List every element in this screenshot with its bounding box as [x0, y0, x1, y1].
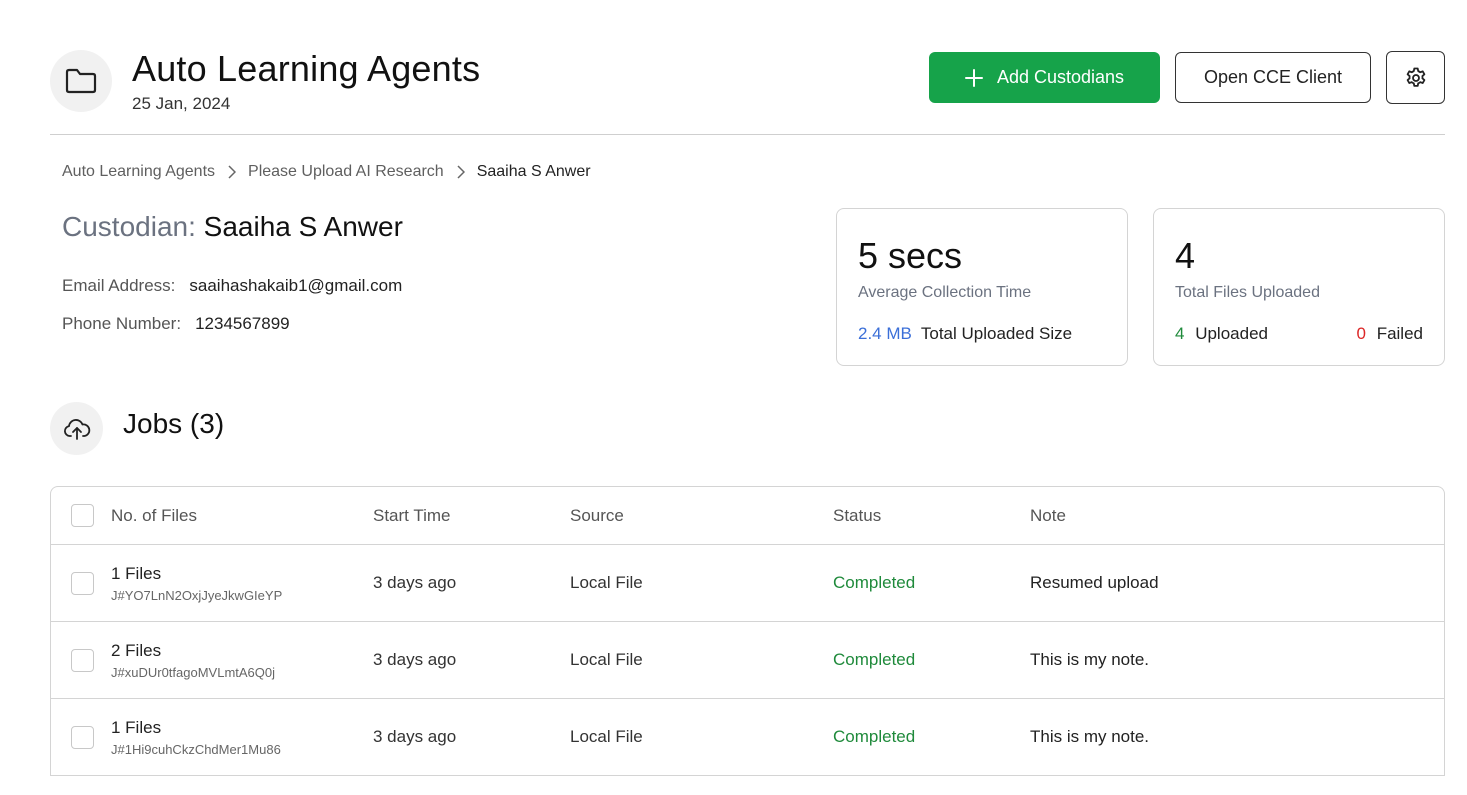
source-cell: Local File [570, 573, 643, 592]
phone-label: Phone Number: [62, 314, 182, 333]
status-cell: Completed [833, 727, 916, 746]
files-uploaded-label: Total Files Uploaded [1175, 284, 1320, 301]
start-time-cell: 3 days ago [373, 727, 457, 746]
failed-count-group: 0 Failed [1356, 324, 1423, 344]
status-cell: Completed [833, 650, 916, 669]
breadcrumb-item-current: Saaiha S Anwer [476, 163, 591, 180]
cloud-upload-icon-badge [50, 402, 103, 455]
row-checkbox[interactable] [71, 572, 94, 595]
column-header-note[interactable]: Note [1030, 487, 1066, 544]
note-cell: Resumed upload [1030, 573, 1159, 592]
uploaded-count-group: 4 Uploaded [1175, 324, 1268, 344]
uploaded-count: 4 [1175, 324, 1185, 343]
page-title: Auto Learning Agents [132, 48, 481, 89]
start-time-cell: 3 days ago [373, 650, 457, 669]
plus-icon [964, 68, 983, 87]
status-cell: Completed [833, 573, 916, 592]
row-checkbox[interactable] [71, 726, 94, 749]
failed-label: Failed [1376, 324, 1423, 343]
email-value: saaihashakaib1@gmail.com [189, 276, 403, 295]
source-cell: Local File [570, 650, 643, 669]
open-cce-client-label: Open CCE Client [1203, 67, 1343, 87]
files-count: 1 Files [111, 563, 162, 583]
custodian-name: Saaiha S Anwer [203, 211, 403, 242]
cloud-upload-icon [63, 418, 90, 440]
settings-button[interactable] [1386, 51, 1445, 104]
breadcrumb: Auto Learning Agents Please Upload AI Re… [62, 163, 591, 181]
column-header-status[interactable]: Status [833, 487, 881, 544]
upload-results-row: 4 Uploaded 0 Failed [1175, 324, 1423, 344]
uploaded-size-value: 2.4 MB [858, 324, 912, 343]
files-cell: 2 Files J#xuDUr0tfagoMVLmtA6Q0j [111, 622, 275, 698]
folder-icon-badge [50, 50, 112, 112]
column-header-start-time[interactable]: Start Time [373, 487, 450, 544]
page-date: 25 Jan, 2024 [132, 94, 231, 113]
files-cell: 1 Files J#YO7LnN2OxjJyeJkwGIeYP [111, 545, 282, 621]
collection-time-value: 5 secs [858, 235, 963, 276]
table-row[interactable]: 2 Files J#xuDUr0tfagoMVLmtA6Q0j 3 days a… [51, 622, 1444, 699]
email-label: Email Address: [62, 276, 176, 295]
files-count: 1 Files [111, 717, 162, 737]
phone-value: 1234567899 [195, 314, 290, 333]
start-time-cell: 3 days ago [373, 573, 457, 592]
breadcrumb-item-request[interactable]: Please Upload AI Research [248, 163, 444, 181]
job-id: J#1Hi9cuhCkzChdMer1Mu86 [111, 741, 281, 757]
column-header-files[interactable]: No. of Files [111, 487, 197, 544]
table-header-row: No. of Files Start Time Source Status No… [51, 487, 1444, 545]
files-count: 2 Files [111, 640, 162, 660]
jobs-heading: Jobs (3) [123, 408, 225, 439]
custodian-heading: Custodian: Saaiha S Anwer [62, 211, 403, 243]
breadcrumb-item-project[interactable]: Auto Learning Agents [62, 163, 215, 181]
folder-icon [65, 68, 97, 94]
jobs-table: No. of Files Start Time Source Status No… [50, 486, 1445, 776]
row-checkbox[interactable] [71, 649, 94, 672]
phone-row: Phone Number: 1234567899 [62, 314, 290, 334]
table-row[interactable]: 1 Files J#1Hi9cuhCkzChdMer1Mu86 3 days a… [51, 699, 1444, 776]
custodian-label: Custodian: [62, 211, 196, 242]
files-cell: 1 Files J#1Hi9cuhCkzChdMer1Mu86 [111, 699, 281, 775]
uploaded-label: Uploaded [1195, 324, 1268, 343]
add-custodians-label: Add Custodians [996, 67, 1125, 87]
files-uploaded-card: 4 Total Files Uploaded 4 Uploaded 0 Fail… [1153, 208, 1445, 366]
gear-icon [1406, 67, 1425, 87]
select-all-checkbox[interactable] [71, 504, 94, 527]
files-uploaded-value: 4 [1175, 235, 1196, 276]
chevron-right-icon [227, 165, 237, 179]
note-cell: This is my note. [1030, 650, 1150, 669]
page-header: Auto Learning Agents 25 Jan, 2024 Add Cu… [50, 48, 1445, 135]
failed-count: 0 [1356, 324, 1366, 343]
source-cell: Local File [570, 727, 643, 746]
job-id: J#xuDUr0tfagoMVLmtA6Q0j [111, 664, 276, 680]
uploaded-size-row: 2.4 MB Total Uploaded Size [858, 324, 1106, 344]
email-row: Email Address: saaihashakaib1@gmail.com [62, 276, 402, 296]
add-custodians-button[interactable]: Add Custodians [929, 52, 1160, 103]
uploaded-size-label: Total Uploaded Size [920, 324, 1073, 343]
job-id: J#YO7LnN2OxjJyeJkwGIeYP [111, 587, 283, 603]
open-cce-client-button[interactable]: Open CCE Client [1175, 52, 1371, 103]
collection-time-card: 5 secs Average Collection Time 2.4 MB To… [836, 208, 1128, 366]
chevron-right-icon [456, 165, 465, 179]
column-header-source[interactable]: Source [570, 487, 624, 544]
collection-time-label: Average Collection Time [858, 284, 1032, 301]
table-row[interactable]: 1 Files J#YO7LnN2OxjJyeJkwGIeYP 3 days a… [51, 545, 1444, 622]
note-cell: This is my note. [1030, 727, 1150, 746]
